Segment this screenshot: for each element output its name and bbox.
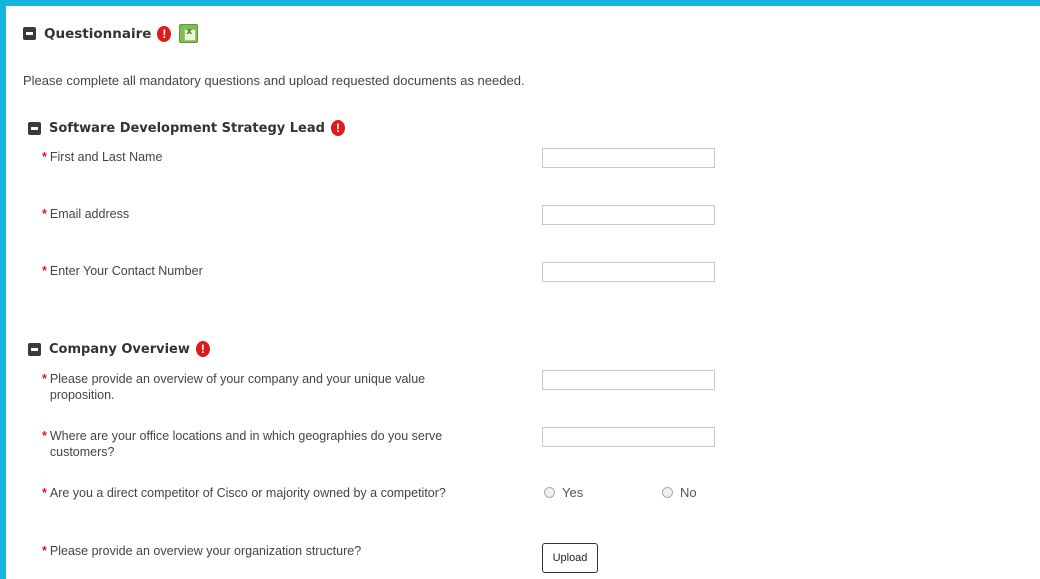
questionnaire-header: Questionnaire ! [23, 24, 199, 43]
required-marker: * [42, 486, 47, 500]
required-marker: * [42, 150, 47, 164]
radio-label: No [680, 485, 697, 500]
intro-text: Please complete all mandatory questions … [23, 73, 525, 88]
question-label: Please provide an overview of your compa… [50, 371, 425, 403]
radio-yes[interactable]: Yes [544, 485, 583, 500]
required-marker: * [42, 372, 47, 386]
question-label-line1: Please provide an overview of your compa… [49, 372, 426, 386]
excel-export-icon[interactable] [179, 24, 199, 43]
question-first-last-name: * First and Last Name [42, 149, 162, 165]
section-header-strategy-lead: Software Development Strategy Lead ! [28, 120, 345, 136]
alert-icon: ! [157, 25, 172, 42]
question-label: Email address [49, 207, 130, 221]
questionnaire-title: Questionnaire [44, 25, 152, 42]
section-header-company-overview: Company Overview ! [28, 341, 210, 357]
alert-icon: ! [330, 120, 345, 136]
collapse-icon[interactable] [23, 27, 36, 40]
radio-button[interactable] [544, 487, 555, 498]
alert-icon: ! [195, 341, 210, 357]
contact-number-field[interactable] [542, 262, 715, 282]
question-label-line2: customers? [49, 445, 115, 459]
upload-button[interactable]: Upload [542, 543, 598, 573]
question-contact-number: * Enter Your Contact Number [42, 263, 203, 279]
required-marker: * [42, 207, 47, 221]
radio-no[interactable]: No [662, 485, 697, 500]
question-label-line2: proposition. [49, 388, 115, 402]
question-label: Are you a direct competitor of Cisco or … [49, 486, 446, 500]
section-title: Company Overview [49, 341, 190, 357]
question-org-structure: * Please provide an overview your organiz… [42, 543, 361, 559]
collapse-icon[interactable] [28, 121, 41, 135]
required-marker: * [42, 264, 47, 278]
question-label: First and Last Name [49, 150, 163, 164]
required-marker: * [42, 544, 47, 558]
required-marker: * [42, 429, 47, 443]
collapse-icon[interactable] [28, 342, 41, 356]
email-field[interactable] [542, 205, 715, 225]
radio-label: Yes [562, 485, 584, 500]
company-overview-field[interactable] [542, 370, 715, 390]
question-label: Where are your office locations and in w… [50, 428, 442, 460]
first-last-name-field[interactable] [542, 148, 715, 168]
radio-button[interactable] [662, 487, 673, 498]
section-title: Software Development Strategy Lead [49, 120, 325, 136]
question-label: Enter Your Contact Number [49, 264, 203, 278]
question-email: * Email address [42, 206, 129, 222]
question-label: Please provide an overview your organiza… [49, 544, 362, 558]
question-label-line1: Where are your office locations and in w… [49, 429, 443, 443]
question-competitor: * Are you a direct competitor of Cisco or… [42, 485, 446, 501]
office-locations-field[interactable] [542, 427, 715, 447]
question-company-overview: * Please provide an overview of your comp… [42, 371, 425, 403]
question-office-locations: * Where are your office locations and in … [42, 428, 442, 460]
